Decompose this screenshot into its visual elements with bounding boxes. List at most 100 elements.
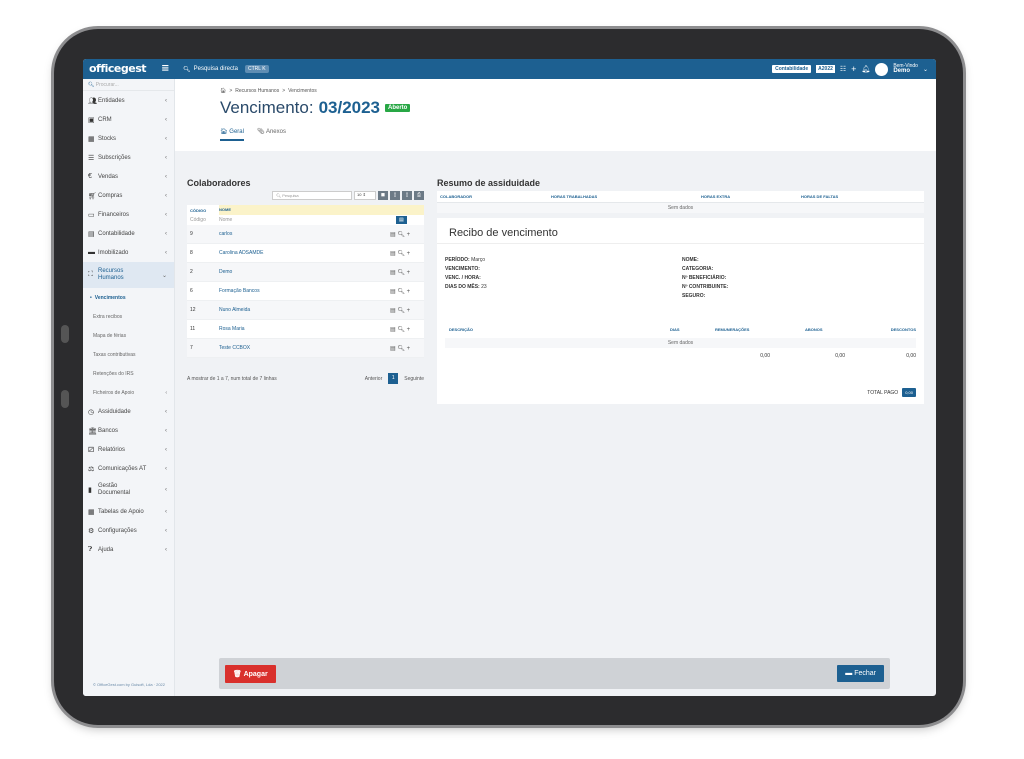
search-icon[interactable]: 🔍︎ xyxy=(397,346,405,352)
tab-geral[interactable]: 🏠︎ Geral xyxy=(220,128,244,141)
sidebar-item-gestao-documental[interactable]: ▮ Gestão Documental ‹ xyxy=(83,478,174,502)
col-name-header[interactable]: NOME xyxy=(219,205,424,215)
sidebar-sub-mapa-ferias[interactable]: Mapa de férias xyxy=(83,326,174,345)
row-name[interactable]: Rosa Maria xyxy=(219,326,390,332)
pagination-prev[interactable]: Anterior xyxy=(365,376,383,382)
add-icon[interactable]: + xyxy=(407,270,411,276)
calculator-icon[interactable]: ▤ xyxy=(390,346,396,352)
calculator-icon[interactable]: ▤ xyxy=(390,308,396,314)
search-icon[interactable]: 🔍︎ xyxy=(397,308,405,314)
filter-name-input[interactable]: Nome xyxy=(219,217,390,223)
sidebar-item-contabilidade[interactable]: ▤ Contabilidade ‹ xyxy=(83,224,174,243)
sidebar-item-assiduidade[interactable]: ◷ Assiduidade ‹ xyxy=(83,402,174,421)
table-row[interactable]: 6 Formação Bancos ▤ 🔍︎ + xyxy=(187,282,424,301)
row-name[interactable]: Teste CCBOX xyxy=(219,345,390,351)
sidebar-item-relatorios[interactable]: ⚂ Relatórios ‹ xyxy=(83,440,174,459)
table-row[interactable]: 9 carlos ▤ 🔍︎ + xyxy=(187,225,424,244)
col-code-header[interactable]: CÓDIGO xyxy=(187,208,219,213)
sidebar-item-crm[interactable]: ▣ CRM ‹ xyxy=(83,110,174,129)
add-icon[interactable]: + xyxy=(407,308,411,314)
row-name[interactable]: carlos xyxy=(219,231,390,237)
col-abonos[interactable]: ABONOS xyxy=(805,327,868,332)
sidebar-item-imobilizado[interactable]: ▬ Imobilizado ‹ xyxy=(83,243,174,262)
delete-button[interactable]: 🗑︎ Apagar xyxy=(225,664,276,683)
row-name[interactable]: Demo xyxy=(219,269,390,275)
add-icon[interactable]: + xyxy=(407,289,411,295)
add-icon[interactable]: + xyxy=(407,346,411,352)
search-icon[interactable]: 🔍︎ xyxy=(397,251,405,257)
print-icon[interactable]: ⎙ xyxy=(414,191,424,200)
sidebar-item-configuracoes[interactable]: ⚙︎ Configurações ‹ xyxy=(83,521,174,540)
calculator-icon[interactable]: ▤ xyxy=(396,216,407,224)
colaboradores-search-input[interactable]: 🔍︎ Pesquisa xyxy=(272,191,352,200)
company-chip[interactable]: Contabilidade xyxy=(772,65,812,73)
sidebar-item-comunicacoes[interactable]: ⚖︎ Comunicações AT ‹ xyxy=(83,459,174,478)
apps-icon[interactable]: ☷ xyxy=(840,65,846,73)
table-row[interactable]: 7 Teste CCBOX ▤ 🔍︎ + xyxy=(187,339,424,358)
col-remuneracoes[interactable]: REMUNERAÇÕES xyxy=(715,327,805,332)
quick-search[interactable]: 🔍︎ Pesquisa directa CTRL K xyxy=(183,65,269,73)
calculator-icon[interactable]: ▤ xyxy=(390,289,396,295)
sidebar-item-ajuda[interactable]: ❓︎ Ajuda ‹ xyxy=(83,540,174,559)
add-icon[interactable]: + xyxy=(851,64,856,74)
row-name[interactable]: Formação Bancos xyxy=(219,288,390,294)
pagination-page[interactable]: 1 xyxy=(388,373,399,384)
add-icon[interactable]: + xyxy=(407,232,411,238)
avatar[interactable] xyxy=(875,62,889,76)
tab-anexos[interactable]: 📎︎ Anexos xyxy=(257,128,286,141)
table-row[interactable]: 2 Demo ▤ 🔍︎ + xyxy=(187,263,424,282)
add-icon[interactable]: + xyxy=(407,327,411,333)
bell-icon[interactable]: 🔔︎ xyxy=(861,65,870,73)
sidebar-item-entidades[interactable]: 👥︎ Entidades ‹ xyxy=(83,91,174,110)
calculator-icon[interactable]: ▤ xyxy=(390,270,396,276)
col-horas-faltas[interactable]: HORAS DE FALTAS xyxy=(801,194,924,199)
filter-code-input[interactable]: Código xyxy=(187,217,219,223)
row-name[interactable]: Carolina ADSAMDE xyxy=(219,250,390,256)
sidebar-item-recursos-humanos[interactable]: ⛶ Recursos Humanos ⌄ xyxy=(83,262,174,288)
table-row[interactable]: 12 Nuno Almeida ▤ 🔍︎ + xyxy=(187,301,424,320)
search-icon[interactable]: 🔍︎ xyxy=(397,327,405,333)
search-icon[interactable]: 🔍︎ xyxy=(397,289,405,295)
table-row[interactable]: 8 Carolina ADSAMDE ▤ 🔍︎ + xyxy=(187,244,424,263)
sidebar-item-stocks[interactable]: ▦ Stocks ‹ xyxy=(83,129,174,148)
year-chip[interactable]: A2022 xyxy=(816,65,835,73)
sidebar-sub-extra-recibos[interactable]: Extra recibos xyxy=(83,307,174,326)
add-icon[interactable]: + xyxy=(407,251,411,257)
row-name[interactable]: Nuno Almeida xyxy=(219,307,390,313)
chevron-down-icon[interactable]: ⌄ xyxy=(923,66,928,73)
search-icon[interactable]: 🔍︎ xyxy=(397,270,405,276)
search-icon[interactable]: 🔍︎ xyxy=(397,232,405,238)
menu-toggle-icon[interactable]: ≡ xyxy=(161,59,169,79)
sidebar-search[interactable]: 🔍︎ Procurar... xyxy=(83,79,174,91)
sidebar-item-compras[interactable]: 🛒︎ Compras ‹ xyxy=(83,186,174,205)
breadcrumb-item[interactable]: Recursos Humanos xyxy=(235,88,279,94)
user-menu[interactable]: Bem-Vindo Demo xyxy=(893,64,918,75)
col-horas-extra[interactable]: HORAS EXTRA xyxy=(701,194,801,199)
home-icon[interactable]: 🏠︎ xyxy=(220,88,226,94)
sidebar-item-vendas[interactable]: € Vendas ‹ xyxy=(83,167,174,186)
col-dias[interactable]: DIAS xyxy=(670,327,715,332)
sidebar-footer[interactable]: © OfficeGest.com by Guisoft, Lda · 2022 xyxy=(83,682,175,688)
calculator-icon[interactable]: ▤ xyxy=(390,232,396,238)
pagination-next[interactable]: Seguinte xyxy=(404,376,424,382)
sidebar-item-subscricoes[interactable]: ☰ Subscrições ‹ xyxy=(83,148,174,167)
sidebar-item-financeiros[interactable]: ▭ Financeiros ‹ xyxy=(83,205,174,224)
sidebar-sub-vencimentos[interactable]: • Vencimentos xyxy=(83,288,174,307)
col-descontos[interactable]: DESCONTOS xyxy=(868,327,916,332)
table-row[interactable]: 11 Rosa Maria ▤ 🔍︎ + xyxy=(187,320,424,339)
sidebar-item-bancos[interactable]: 🏛︎ Bancos ‹ xyxy=(83,421,174,440)
sidebar-sub-taxas[interactable]: Taxas contributivas xyxy=(83,345,174,364)
close-button[interactable]: ▬ Fechar xyxy=(837,665,884,682)
sidebar-item-tabelas[interactable]: ▦ Tabelas de Apoio ‹ xyxy=(83,502,174,521)
col-colaborador[interactable]: COLABORADOR xyxy=(437,194,551,199)
calculator-icon[interactable]: ▤ xyxy=(390,251,396,257)
sidebar-sub-retencoes[interactable]: Retenções do IRS xyxy=(83,364,174,383)
copy-icon[interactable]: ▯ xyxy=(390,191,400,200)
col-horas-trabalhadas[interactable]: HORAS TRABALHADAS xyxy=(551,194,701,199)
app-logo[interactable]: officegest ≡ xyxy=(83,59,175,79)
page-size-select[interactable]: 10 ⇕ xyxy=(354,191,376,200)
comment-icon[interactable]: ◼ xyxy=(378,191,388,200)
excel-icon[interactable]: ▯ xyxy=(402,191,412,200)
col-descricao[interactable]: DESCRIÇÃO xyxy=(445,327,670,332)
calculator-icon[interactable]: ▤ xyxy=(390,327,396,333)
